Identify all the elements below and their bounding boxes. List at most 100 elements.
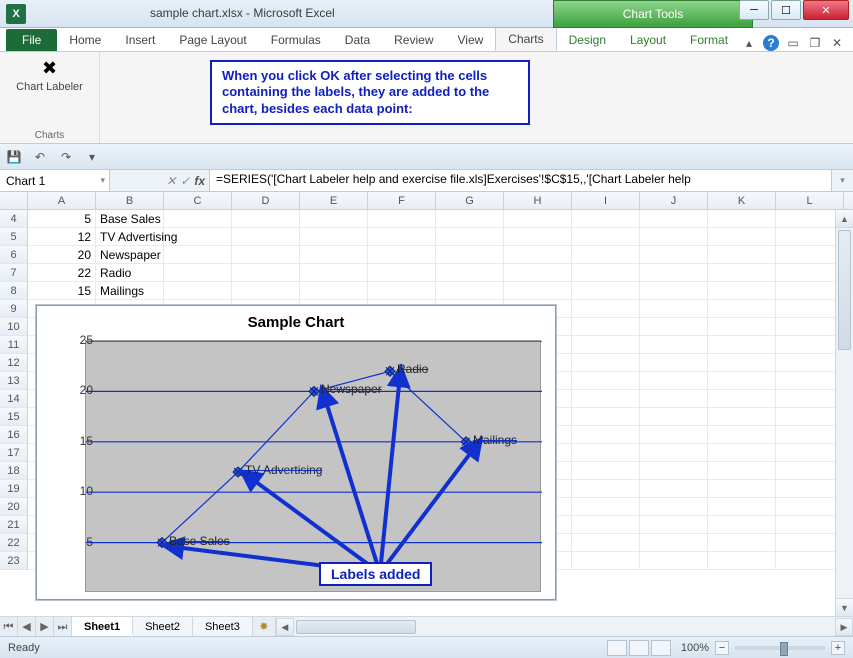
col-header[interactable]: I bbox=[572, 192, 640, 209]
cell[interactable] bbox=[300, 282, 368, 300]
cell[interactable] bbox=[572, 462, 640, 480]
row-header[interactable]: 18 bbox=[0, 462, 28, 480]
col-header[interactable]: C bbox=[164, 192, 232, 209]
cell[interactable] bbox=[776, 426, 844, 444]
sheet-tab-sheet2[interactable]: Sheet2 bbox=[133, 617, 193, 636]
tab-view[interactable]: View bbox=[446, 29, 496, 51]
cell[interactable] bbox=[776, 318, 844, 336]
tab-insert[interactable]: Insert bbox=[113, 29, 167, 51]
cell[interactable] bbox=[300, 228, 368, 246]
cell[interactable] bbox=[572, 480, 640, 498]
cell[interactable] bbox=[776, 246, 844, 264]
redo-icon[interactable]: ↷ bbox=[56, 147, 76, 167]
qat-customize-icon[interactable]: ▾ bbox=[82, 147, 102, 167]
cell[interactable]: 20 bbox=[28, 246, 96, 264]
cell[interactable] bbox=[776, 372, 844, 390]
scroll-down-icon[interactable]: ▼ bbox=[836, 598, 853, 616]
zoom-out-icon[interactable]: − bbox=[715, 641, 729, 655]
cell[interactable] bbox=[572, 300, 640, 318]
tab-data[interactable]: Data bbox=[333, 29, 382, 51]
cell[interactable]: 12 bbox=[28, 228, 96, 246]
name-box[interactable]: Chart 1 bbox=[0, 170, 110, 191]
cell[interactable] bbox=[640, 552, 708, 570]
undo-icon[interactable]: ↶ bbox=[30, 147, 50, 167]
cell[interactable] bbox=[640, 480, 708, 498]
cell[interactable] bbox=[776, 282, 844, 300]
cell[interactable] bbox=[368, 264, 436, 282]
cell[interactable] bbox=[164, 210, 232, 228]
cell[interactable] bbox=[436, 282, 504, 300]
cell[interactable] bbox=[300, 210, 368, 228]
close-button[interactable]: ✕ bbox=[803, 0, 849, 20]
col-header[interactable]: H bbox=[504, 192, 572, 209]
sheet-nav-last-icon[interactable]: ⏭ bbox=[54, 617, 72, 636]
tab-page-layout[interactable]: Page Layout bbox=[167, 29, 258, 51]
cell[interactable] bbox=[572, 246, 640, 264]
cell[interactable] bbox=[164, 282, 232, 300]
cell[interactable] bbox=[708, 516, 776, 534]
cell[interactable] bbox=[640, 444, 708, 462]
cell[interactable]: Mailings bbox=[96, 282, 164, 300]
cell[interactable] bbox=[572, 372, 640, 390]
row-header[interactable]: 9 bbox=[0, 300, 28, 318]
scroll-left-icon[interactable]: ◀ bbox=[276, 618, 294, 636]
cell[interactable] bbox=[164, 264, 232, 282]
row-header[interactable]: 23 bbox=[0, 552, 28, 570]
cell[interactable] bbox=[708, 408, 776, 426]
cell[interactable] bbox=[640, 516, 708, 534]
window-inner-restore-icon[interactable]: ❐ bbox=[807, 35, 823, 51]
cell[interactable] bbox=[708, 336, 776, 354]
cell[interactable] bbox=[640, 408, 708, 426]
cell[interactable]: Base Sales bbox=[96, 210, 164, 228]
cell[interactable]: 15 bbox=[28, 282, 96, 300]
cell[interactable] bbox=[776, 444, 844, 462]
cell[interactable] bbox=[368, 246, 436, 264]
cell[interactable] bbox=[708, 444, 776, 462]
cell[interactable] bbox=[640, 534, 708, 552]
cell[interactable] bbox=[708, 426, 776, 444]
sheet-nav-first-icon[interactable]: ⏮ bbox=[0, 617, 18, 636]
cell[interactable] bbox=[572, 354, 640, 372]
cell[interactable] bbox=[776, 336, 844, 354]
col-header[interactable]: D bbox=[232, 192, 300, 209]
cell[interactable] bbox=[708, 354, 776, 372]
cell[interactable] bbox=[436, 210, 504, 228]
cell[interactable] bbox=[640, 210, 708, 228]
cell[interactable] bbox=[232, 246, 300, 264]
cell[interactable] bbox=[232, 210, 300, 228]
cell[interactable]: Newspaper bbox=[96, 246, 164, 264]
cell[interactable] bbox=[640, 498, 708, 516]
maximize-button[interactable]: ☐ bbox=[771, 0, 801, 20]
sheet-nav-prev-icon[interactable]: ◀ bbox=[18, 617, 36, 636]
cell[interactable] bbox=[776, 498, 844, 516]
zoom-control[interactable]: 100% − + bbox=[681, 641, 845, 655]
row-header[interactable]: 14 bbox=[0, 390, 28, 408]
cell[interactable] bbox=[776, 408, 844, 426]
cell[interactable] bbox=[708, 534, 776, 552]
cell[interactable] bbox=[300, 264, 368, 282]
fx-icon[interactable]: fx bbox=[194, 174, 205, 188]
vscroll-thumb[interactable] bbox=[838, 230, 851, 350]
minimize-button[interactable]: ─ bbox=[739, 0, 769, 20]
select-all-corner[interactable] bbox=[0, 192, 28, 209]
chart-title[interactable]: Sample Chart bbox=[37, 306, 555, 335]
tab-file[interactable]: File bbox=[6, 29, 57, 51]
cell[interactable] bbox=[708, 462, 776, 480]
row-header[interactable]: 7 bbox=[0, 264, 28, 282]
cell[interactable] bbox=[572, 282, 640, 300]
cell[interactable] bbox=[708, 282, 776, 300]
worksheet-grid[interactable]: A B C D E F G H I J K L 45Base Sales512T… bbox=[0, 192, 853, 616]
cell[interactable] bbox=[504, 282, 572, 300]
cell[interactable] bbox=[708, 246, 776, 264]
cell[interactable] bbox=[164, 228, 232, 246]
cell[interactable] bbox=[640, 354, 708, 372]
cell[interactable] bbox=[572, 498, 640, 516]
vertical-scrollbar[interactable]: ▲ ▼ bbox=[835, 210, 853, 616]
cell[interactable] bbox=[708, 228, 776, 246]
row-header[interactable]: 16 bbox=[0, 426, 28, 444]
cell[interactable] bbox=[776, 552, 844, 570]
cell[interactable] bbox=[640, 372, 708, 390]
col-header[interactable]: J bbox=[640, 192, 708, 209]
cell[interactable] bbox=[572, 210, 640, 228]
cell[interactable] bbox=[640, 300, 708, 318]
